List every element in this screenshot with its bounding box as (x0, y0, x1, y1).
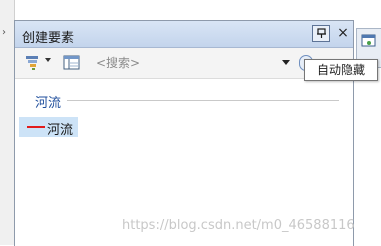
auto-hide-pin-button[interactable] (312, 25, 330, 42)
template-item-label: 河流 (47, 123, 74, 138)
template-item-river[interactable]: 河流 (19, 117, 78, 138)
organize-dropdown-icon[interactable] (45, 58, 51, 62)
search-input[interactable] (96, 53, 276, 73)
close-button[interactable]: × (335, 24, 351, 42)
pin-icon (317, 28, 326, 38)
window-title-bar[interactable]: 创建要素 × (15, 21, 353, 48)
left-dock-strip: › (0, 0, 15, 245)
auto-hide-tooltip: 自动隐藏 (304, 59, 378, 81)
watermark-text: https://blog.csdn.net/m0_46588116 (122, 218, 355, 233)
template-toolbar (15, 48, 353, 79)
view-icon[interactable] (63, 55, 81, 71)
group-divider (67, 100, 339, 101)
catalog-window-icon (361, 34, 376, 47)
search-dropdown-icon[interactable] (282, 60, 290, 65)
window-title: 创建要素 (22, 31, 75, 46)
line-symbol-icon (27, 126, 45, 128)
organize-templates-icon[interactable] (25, 55, 43, 71)
collapse-arrow-icon[interactable]: › (2, 27, 6, 38)
create-features-window: 创建要素 × 河流 河流 (14, 20, 354, 246)
template-group-header: 河流 (35, 96, 62, 111)
